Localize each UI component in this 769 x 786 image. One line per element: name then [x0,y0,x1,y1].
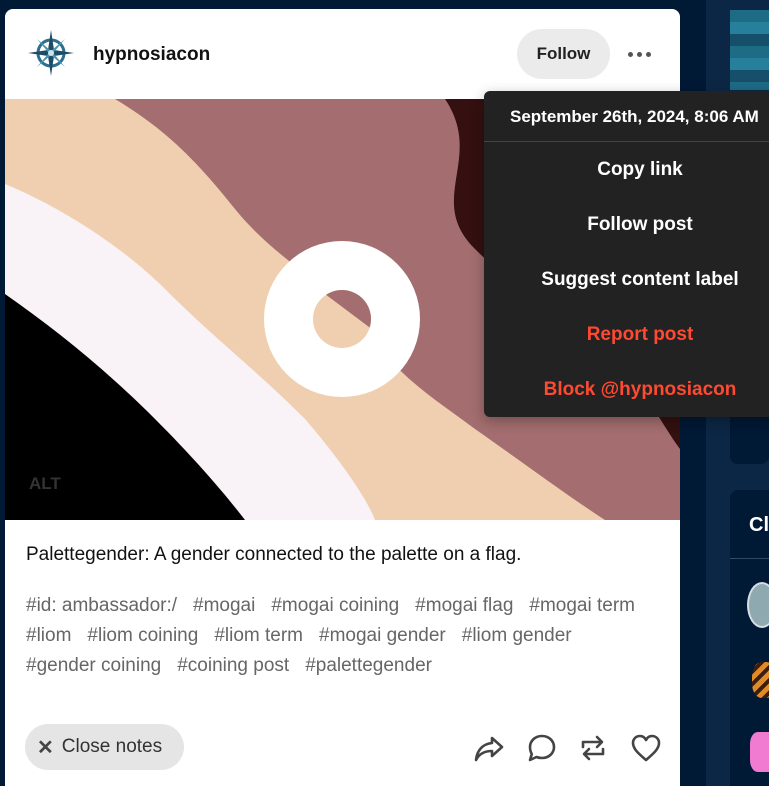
post-tag[interactable]: #mogai [193,594,255,618]
sidebar-divider [730,558,769,559]
post-tag[interactable]: #liom [26,624,71,648]
post-header: hypnosiacon Follow [5,9,680,99]
post-tag[interactable]: #mogai term [529,594,635,618]
post-tag[interactable]: #mogai gender [319,624,446,648]
post-tag[interactable]: #mogai coining [271,594,399,618]
reblog-icon[interactable] [577,732,609,764]
follow-button[interactable]: Follow [517,29,610,79]
avatar[interactable] [747,582,769,628]
post-options-menu: September 26th, 2024, 8:06 AM Copy link … [484,91,769,417]
share-icon[interactable] [473,732,505,764]
menu-item-block-user[interactable]: Block @hypnosiacon [484,379,769,401]
close-icon: ✕ [37,736,54,759]
close-notes-label: Close notes [61,736,163,757]
post-tag[interactable]: #liom gender [462,624,572,648]
reply-icon[interactable] [526,732,558,764]
avatar[interactable] [750,732,769,772]
post-tag[interactable]: #mogai flag [415,594,513,618]
sidebar-banner [730,10,769,90]
post-tag[interactable]: #palettegender [305,654,432,678]
blog-name[interactable]: hypnosiacon [93,44,210,66]
compass-star-logo-icon[interactable] [27,29,75,77]
post-tag[interactable]: #coining post [177,654,289,678]
dot [627,51,633,57]
post-tag[interactable]: #id: ambassador:/ [26,594,177,618]
post-timestamp[interactable]: September 26th, 2024, 8:06 AM [510,107,759,127]
more-options-icon[interactable] [623,44,655,64]
alt-text-badge[interactable]: ALT [29,474,61,494]
post-tag[interactable]: #liom coining [87,624,198,648]
post-tag[interactable]: #gender coining [26,654,161,678]
avatar[interactable] [752,662,769,698]
menu-item-follow-post[interactable]: Follow post [484,214,769,236]
dot [636,51,642,57]
post-text: Palettegender: A gender connected to the… [26,544,522,565]
like-heart-icon[interactable] [630,732,662,764]
dot [645,51,651,57]
sidebar-heading: Cl [749,514,769,536]
menu-divider [484,141,769,142]
menu-item-copy-link[interactable]: Copy link [484,159,769,181]
post-tag[interactable]: #liom term [214,624,303,648]
tag-list: #id: ambassador:/ #mogai #mogai coining #mo… [26,594,636,678]
menu-item-report-post[interactable]: Report post [484,324,769,346]
close-notes-button[interactable]: ✕ Close notes [25,724,184,770]
post-footer: ✕ Close notes [25,724,665,770]
post-body: Palettegender: A gender connected to the… [26,543,666,678]
menu-item-suggest-content-label[interactable]: Suggest content label [484,269,769,291]
